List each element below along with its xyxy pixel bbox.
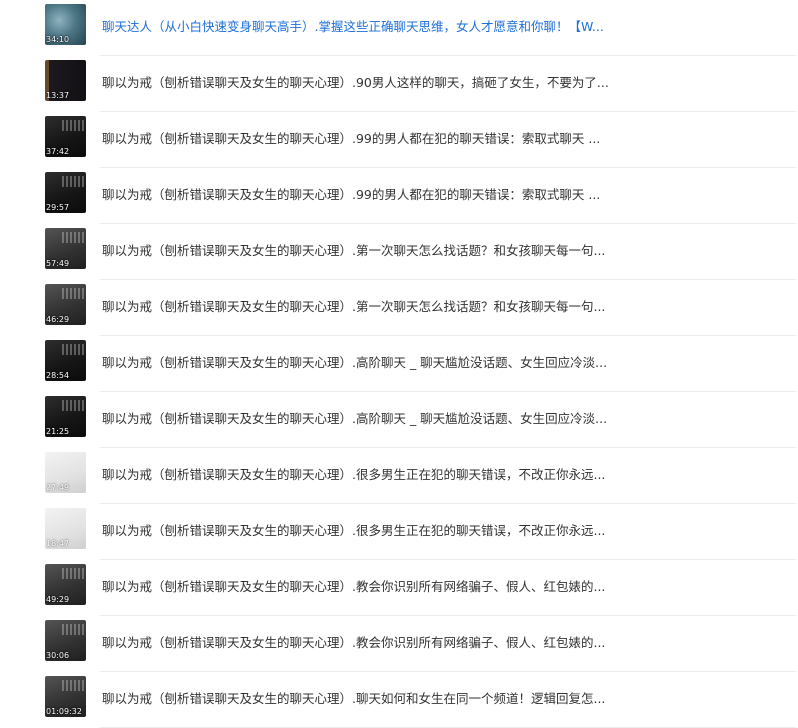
thumbnail-logo-mark xyxy=(62,568,84,579)
video-title-link[interactable]: 聊以为戒（刨析错误聊天及女生的聊天心理）.教会你识别所有网络骗子、假人、红包婊的… xyxy=(102,579,668,595)
video-list-item[interactable]: 13:37 聊以为戒（刨析错误聊天及女生的聊天心理）.90男人这样的聊天，搞砸了女… xyxy=(0,56,798,112)
video-title-link[interactable]: 聊以为戒（刨析错误聊天及女生的聊天心理）.第一次聊天怎么找话题？和女孩聊天每一句… xyxy=(102,243,668,259)
thumbnail-logo-mark xyxy=(62,232,84,243)
video-title-link[interactable]: 聊以为戒（刨析错误聊天及女生的聊天心理）.教会你识别所有网络骗子、假人、红包婊的… xyxy=(102,635,668,651)
video-thumbnail[interactable]: 13:37 xyxy=(45,60,86,101)
video-duration: 57:49 xyxy=(46,259,70,268)
video-list: 34:10 聊天达人（从小白快速变身聊天高手）.掌握这些正确聊天思维，女人才愿意和… xyxy=(0,0,798,728)
video-duration: 34:10 xyxy=(46,35,70,44)
video-list-item[interactable]: 28:54 聊以为戒（刨析错误聊天及女生的聊天心理）.高阶聊天 _ 聊天尴尬没话题… xyxy=(0,336,798,392)
thumbnail-logo-mark xyxy=(62,176,84,187)
video-thumbnail[interactable]: 27:49 xyxy=(45,452,86,493)
video-list-item[interactable]: 46:29 聊以为戒（刨析错误聊天及女生的聊天心理）.第一次聊天怎么找话题？和女孩… xyxy=(0,280,798,336)
video-title-link[interactable]: 聊以为戒（刨析错误聊天及女生的聊天心理）.高阶聊天 _ 聊天尴尬没话题、女生回应… xyxy=(102,355,668,371)
video-list-item[interactable]: 49:29 聊以为戒（刨析错误聊天及女生的聊天心理）.教会你识别所有网络骗子、假人… xyxy=(0,560,798,616)
thumbnail-logo-mark xyxy=(62,400,84,411)
video-title-link[interactable]: 聊以为戒（刨析错误聊天及女生的聊天心理）.聊天如何和女生在同一个频道！逻辑回复怎… xyxy=(102,691,668,707)
video-title-link[interactable]: 聊以为戒（刨析错误聊天及女生的聊天心理）.90男人这样的聊天，搞砸了女生，不要为… xyxy=(102,75,668,91)
video-title-link[interactable]: 聊以为戒（刨析错误聊天及女生的聊天心理）.第一次聊天怎么找话题？和女孩聊天每一句… xyxy=(102,299,668,315)
video-title-link[interactable]: 聊以为戒（刨析错误聊天及女生的聊天心理）.很多男生正在犯的聊天错误，不改正你永远… xyxy=(102,467,668,483)
video-duration: 29:57 xyxy=(46,203,70,212)
video-thumbnail[interactable]: 21:25 xyxy=(45,396,86,437)
video-list-item[interactable]: 29:57 聊以为戒（刨析错误聊天及女生的聊天心理）.99的男人都在犯的聊天错误：… xyxy=(0,168,798,224)
video-duration: 37:42 xyxy=(46,147,70,156)
video-title-link[interactable]: 聊以为戒（刨析错误聊天及女生的聊天心理）.99的男人都在犯的聊天错误：索取式聊天… xyxy=(102,187,668,203)
thumbnail-logo-mark xyxy=(62,624,84,635)
video-thumbnail[interactable]: 28:54 xyxy=(45,340,86,381)
video-duration: 13:37 xyxy=(46,91,70,100)
video-list-item[interactable]: 27:49 聊以为戒（刨析错误聊天及女生的聊天心理）.很多男生正在犯的聊天错误，不… xyxy=(0,448,798,504)
thumbnail-logo-mark xyxy=(62,120,84,131)
video-title-link[interactable]: 聊以为戒（刨析错误聊天及女生的聊天心理）.很多男生正在犯的聊天错误，不改正你永远… xyxy=(102,523,668,539)
video-thumbnail[interactable]: 49:29 xyxy=(45,564,86,605)
video-duration: 21:25 xyxy=(46,427,70,436)
video-title-link[interactable]: 聊以为戒（刨析错误聊天及女生的聊天心理）.高阶聊天 _ 聊天尴尬没话题、女生回应… xyxy=(102,411,668,427)
thumbnail-logo-mark xyxy=(62,680,84,691)
video-title-link[interactable]: 聊天达人（从小白快速变身聊天高手）.掌握这些正确聊天思维，女人才愿意和你聊！【W… xyxy=(102,19,668,35)
video-list-item[interactable]: 18:47 聊以为戒（刨析错误聊天及女生的聊天心理）.很多男生正在犯的聊天错误，不… xyxy=(0,504,798,560)
video-thumbnail[interactable]: 29:57 xyxy=(45,172,86,213)
thumbnail-logo-mark xyxy=(62,344,84,355)
thumbnail-logo-mark xyxy=(62,288,84,299)
video-list-item[interactable]: 21:25 聊以为戒（刨析错误聊天及女生的聊天心理）.高阶聊天 _ 聊天尴尬没话题… xyxy=(0,392,798,448)
video-thumbnail[interactable]: 18:47 xyxy=(45,508,86,549)
video-list-item[interactable]: 30:06 聊以为戒（刨析错误聊天及女生的聊天心理）.教会你识别所有网络骗子、假人… xyxy=(0,616,798,672)
video-duration: 46:29 xyxy=(46,315,70,324)
video-duration: 30:06 xyxy=(46,651,70,660)
video-duration: 18:47 xyxy=(46,539,70,548)
video-list-item[interactable]: 34:10 聊天达人（从小白快速变身聊天高手）.掌握这些正确聊天思维，女人才愿意和… xyxy=(0,0,798,56)
video-duration: 27:49 xyxy=(46,483,70,492)
video-thumbnail[interactable]: 46:29 xyxy=(45,284,86,325)
video-thumbnail[interactable]: 01:09:32 xyxy=(45,676,86,717)
video-duration: 28:54 xyxy=(46,371,70,380)
video-list-item[interactable]: 01:09:32 聊以为戒（刨析错误聊天及女生的聊天心理）.聊天如何和女生在同一个… xyxy=(0,672,798,728)
video-thumbnail[interactable]: 30:06 xyxy=(45,620,86,661)
video-title-link[interactable]: 聊以为戒（刨析错误聊天及女生的聊天心理）.99的男人都在犯的聊天错误：索取式聊天… xyxy=(102,131,668,147)
video-thumbnail[interactable]: 37:42 xyxy=(45,116,86,157)
video-list-item[interactable]: 37:42 聊以为戒（刨析错误聊天及女生的聊天心理）.99的男人都在犯的聊天错误：… xyxy=(0,112,798,168)
video-thumbnail[interactable]: 57:49 xyxy=(45,228,86,269)
video-duration: 49:29 xyxy=(46,595,70,604)
video-duration: 01:09:32 xyxy=(46,707,82,716)
video-list-item[interactable]: 57:49 聊以为戒（刨析错误聊天及女生的聊天心理）.第一次聊天怎么找话题？和女孩… xyxy=(0,224,798,280)
video-thumbnail[interactable]: 34:10 xyxy=(45,4,86,45)
